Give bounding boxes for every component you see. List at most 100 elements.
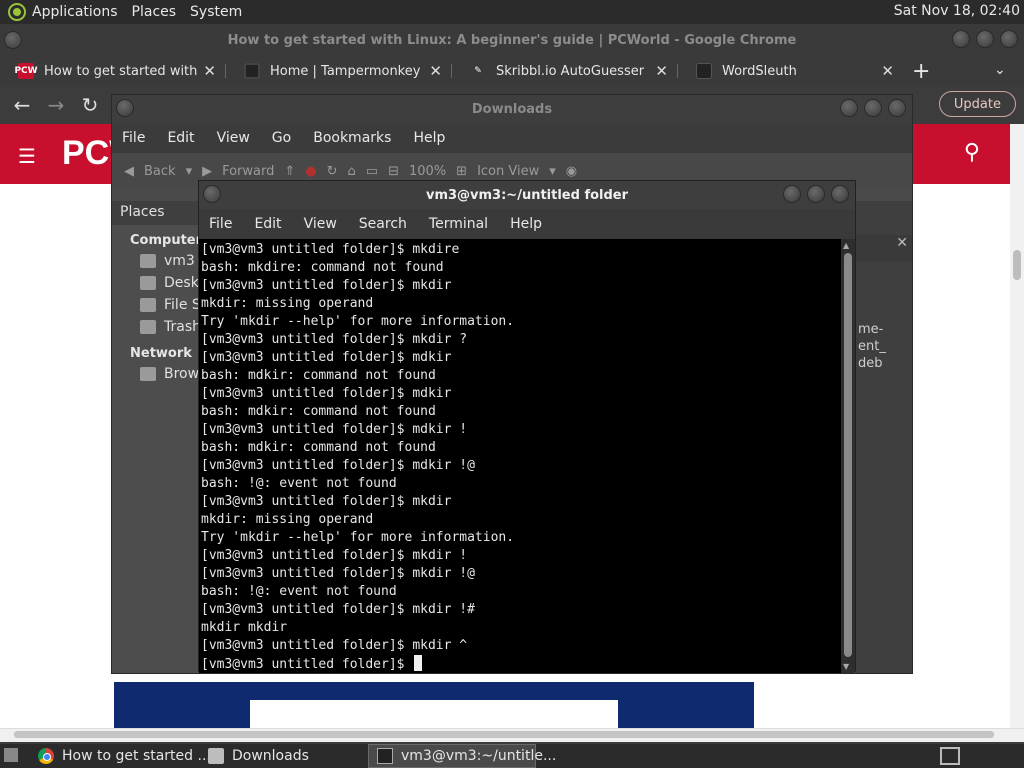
terminal-icon xyxy=(377,748,393,764)
tab-close-icon[interactable]: ✕ xyxy=(203,62,216,80)
window-menu-button[interactable] xyxy=(116,99,134,117)
tab-skribbl[interactable]: ✎ Skribbl.io AutoGuesser ✕ xyxy=(452,56,678,86)
sidebar-item-browse-network[interactable]: Brows xyxy=(112,363,206,385)
menu-edit[interactable]: Edit xyxy=(254,216,281,232)
terminal-titlebar[interactable]: vm3@vm3:~/untitled folder xyxy=(199,181,855,209)
update-button[interactable]: Update xyxy=(938,91,1016,117)
sidebar-item-trash[interactable]: Trash xyxy=(112,316,201,338)
zoom-out-icon[interactable]: ⊟ xyxy=(388,164,399,179)
chrome-window-title: How to get started with Linux: A beginne… xyxy=(227,32,797,48)
search-icon[interactable]: ⚲ xyxy=(964,140,980,165)
panel-clock[interactable]: Sat Nov 18, 02:40 xyxy=(894,3,1020,19)
sidebar-item-label: Trash xyxy=(164,319,201,335)
tab-tampermonkey[interactable]: Home | Tampermonkey ✕ xyxy=(226,56,452,86)
stop-icon[interactable]: ● xyxy=(305,164,316,179)
trash-icon xyxy=(140,320,156,334)
terminal-line: mkdir: missing operand xyxy=(201,512,374,527)
horizontal-scrollbar[interactable] xyxy=(0,728,1024,742)
forward-arrow-icon[interactable]: ▶ xyxy=(202,164,212,179)
reload-icon[interactable]: ↻ xyxy=(80,93,100,117)
terminal-output[interactable]: [vm3@vm3 untitled folder]$ mkdire bash: m… xyxy=(199,239,841,673)
menu-bookmarks[interactable]: Bookmarks xyxy=(313,130,391,146)
menu-help[interactable]: Help xyxy=(510,216,542,232)
sidebar-item-vm3[interactable]: vm3 xyxy=(112,250,200,272)
maximize-button[interactable] xyxy=(807,185,825,203)
menu-help[interactable]: Help xyxy=(413,130,445,146)
terminal-cursor xyxy=(414,655,423,671)
back-arrow-icon[interactable]: ← xyxy=(12,93,32,117)
terminal-scrollbar-thumb[interactable] xyxy=(844,253,852,657)
taskbar-item-chrome[interactable]: How to get started ... xyxy=(30,744,211,768)
back-dropdown-icon[interactable]: ▾ xyxy=(186,164,193,179)
forward-arrow-icon[interactable]: → xyxy=(46,93,66,117)
chrome-titlebar[interactable]: How to get started with Linux: A beginne… xyxy=(0,24,1024,56)
tab-close-icon[interactable]: ✕ xyxy=(429,62,442,80)
terminal-line: [vm3@vm3 untitled folder]$ mdkir !@ xyxy=(201,458,475,473)
tab-search-chevron-icon[interactable]: ⌄ xyxy=(994,62,1006,78)
back-button[interactable]: Back xyxy=(144,164,176,179)
view-mode-dropdown-icon[interactable]: ▾ xyxy=(549,164,556,179)
scroll-down-icon[interactable]: ▼ xyxy=(843,662,849,671)
places-menu[interactable]: Places xyxy=(132,4,177,20)
taskbar-item-downloads[interactable]: Downloads xyxy=(200,744,368,768)
maximize-button[interactable] xyxy=(864,99,882,117)
terminal-line: bash: mkdire: command not found xyxy=(201,260,444,275)
menu-file[interactable]: File xyxy=(209,216,232,232)
computer-icon[interactable]: ▭ xyxy=(366,164,378,179)
search-icon[interactable]: ◉ xyxy=(566,164,577,179)
applications-menu[interactable]: Applications xyxy=(32,4,118,20)
workspace-switcher-icon[interactable] xyxy=(940,747,960,765)
zoom-in-icon[interactable]: ⊞ xyxy=(456,164,467,179)
up-icon[interactable]: ⇑ xyxy=(284,164,295,179)
close-window-button[interactable] xyxy=(888,99,906,117)
page-scrollbar-thumb[interactable] xyxy=(1013,250,1021,280)
forward-button[interactable]: Forward xyxy=(222,164,274,179)
menu-go[interactable]: Go xyxy=(272,130,291,146)
window-menu-button[interactable] xyxy=(4,31,22,49)
horizontal-scrollbar-thumb[interactable] xyxy=(14,731,994,738)
terminal-line: [vm3@vm3 untitled folder]$ mkdir ^ xyxy=(201,638,468,653)
close-window-button[interactable] xyxy=(831,185,849,203)
desktop-folder-icon xyxy=(140,276,156,290)
window-menu-button[interactable] xyxy=(203,185,221,203)
show-desktop-icon[interactable] xyxy=(4,748,18,762)
minimize-button[interactable] xyxy=(840,99,858,117)
close-icon[interactable]: ✕ xyxy=(896,235,908,251)
menu-file[interactable]: File xyxy=(122,130,145,146)
minimize-button[interactable] xyxy=(783,185,801,203)
menu-view[interactable]: View xyxy=(217,130,250,146)
minimize-button[interactable] xyxy=(952,30,970,48)
scroll-up-icon[interactable]: ▲ xyxy=(843,241,849,250)
maximize-button[interactable] xyxy=(976,30,994,48)
hamburger-menu-icon[interactable]: ☰ xyxy=(18,144,36,168)
downloads-titlebar[interactable]: Downloads xyxy=(112,95,912,123)
new-tab-button[interactable]: + xyxy=(912,59,930,84)
tab-pcworld[interactable]: PCW How to get started with Linux: A beg… xyxy=(0,56,226,86)
menu-search[interactable]: Search xyxy=(359,216,407,232)
terminal-line: [vm3@vm3 untitled folder]$ mkdir ? xyxy=(201,332,468,347)
downloads-file-area[interactable] xyxy=(856,201,912,673)
tab-wordsleuth[interactable]: WordSleuth ✕ xyxy=(678,56,904,86)
menu-terminal[interactable]: Terminal xyxy=(429,216,488,232)
sidebar-item-desktop[interactable]: Deskt xyxy=(112,272,204,294)
taskbar-item-terminal[interactable]: vm3@vm3:~/untitle... xyxy=(368,744,556,768)
sidebar-item-filesystem[interactable]: File Sy xyxy=(112,294,209,316)
folder-icon xyxy=(208,748,224,764)
reload-icon[interactable]: ↻ xyxy=(327,164,338,179)
menu-edit[interactable]: Edit xyxy=(167,130,194,146)
system-menu[interactable]: System xyxy=(190,4,242,20)
terminal-scrollbar[interactable]: ▲ ▼ xyxy=(841,239,855,673)
back-arrow-icon[interactable]: ◀ xyxy=(124,164,134,179)
tab-close-icon[interactable]: ✕ xyxy=(881,62,894,80)
page-scrollbar[interactable] xyxy=(1010,124,1024,728)
home-icon[interactable]: ⌂ xyxy=(348,164,356,179)
tab-close-icon[interactable]: ✕ xyxy=(655,62,668,80)
distro-logo-icon[interactable] xyxy=(8,3,26,21)
terminal-line: [vm3@vm3 untitled folder]$ mkdir !# xyxy=(201,602,475,617)
places-header[interactable]: Places xyxy=(112,201,200,225)
menu-view[interactable]: View xyxy=(304,216,337,232)
view-mode-select[interactable]: Icon View xyxy=(477,164,539,179)
close-window-button[interactable] xyxy=(1000,30,1018,48)
downloads-window-title: Downloads xyxy=(471,101,553,117)
file-label-partial[interactable]: me- ent_ deb xyxy=(858,321,886,372)
